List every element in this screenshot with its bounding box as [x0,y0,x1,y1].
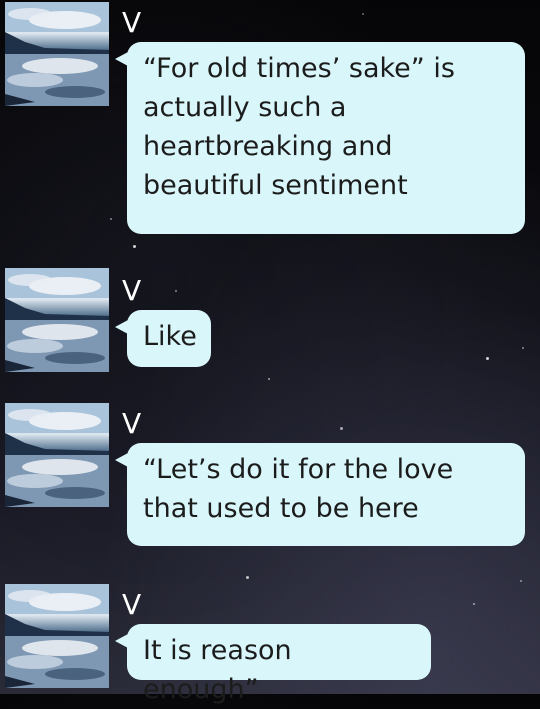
sender-name: V [122,6,142,39]
landscape-photo-icon [5,268,109,372]
background-star [520,580,522,582]
sender-name: V [122,588,142,621]
sender-name: V [122,407,142,440]
background-star [133,245,136,248]
avatar[interactable] [5,403,109,507]
message-bubble[interactable]: “For old times’ sake” is actually such a… [115,42,525,234]
chat-message: V “Let’s do it for the love that used to… [0,403,540,548]
message-bubble[interactable]: It is reason enough” [115,624,431,705]
chat-message: V Like [0,268,540,378]
chat-message: V “For old times’ sake” is actually such… [0,0,540,240]
message-bubble[interactable]: “Let’s do it for the love that used to b… [115,443,525,546]
chat-message: V It is reason enough” [0,584,540,705]
landscape-photo-icon [5,403,109,507]
message-bubble[interactable]: Like [115,310,211,367]
background-star [246,576,249,579]
landscape-photo-icon [5,2,109,106]
chat-screen: { "messages": [ { "sender": "V", "avatar… [0,0,540,705]
background-star [268,378,270,380]
avatar[interactable] [5,268,109,372]
avatar[interactable] [5,2,109,106]
sender-name: V [122,274,142,307]
landscape-photo-icon [5,584,109,688]
avatar[interactable] [5,584,109,688]
